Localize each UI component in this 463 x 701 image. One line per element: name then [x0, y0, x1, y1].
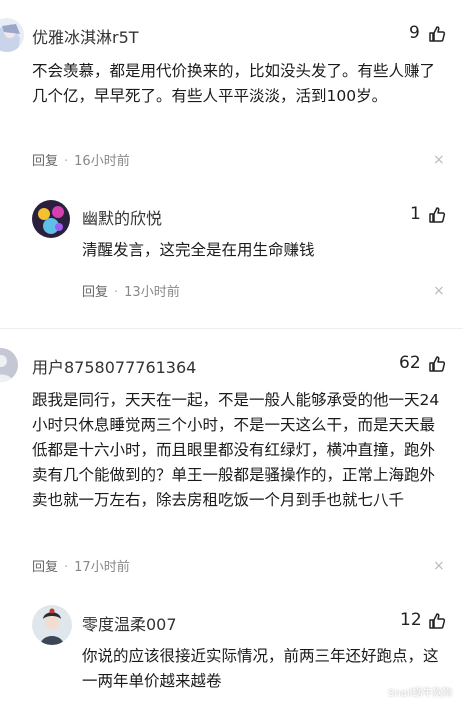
timestamp: 13小时前 — [124, 285, 180, 300]
comment-text: 不会羡慕，都是用代价换来的，比如没头发了。有些人赚了几个亿，早早死了。有些人平平… — [32, 62, 436, 105]
like-count: 1 — [410, 204, 421, 224]
anime-avatar-icon — [0, 18, 24, 52]
separator-dot: · — [64, 560, 69, 575]
username[interactable]: 用户8758077761364 — [32, 354, 196, 378]
watermark: Snail蜗牛狗狗 — [388, 688, 453, 699]
like-count: 12 — [400, 610, 422, 630]
username[interactable]: 零度温柔007 — [82, 611, 177, 635]
avatar[interactable] — [0, 348, 18, 382]
thumbs-up-icon[interactable] — [428, 612, 446, 630]
reply-button[interactable]: 回复 — [82, 285, 108, 300]
timestamp: 16小时前 — [74, 154, 130, 169]
comment-text: 清醒发言，这完全是在用生命赚钱 — [82, 241, 315, 259]
like-count: 62 — [399, 353, 421, 373]
divider — [0, 328, 463, 329]
comment-meta: 回复 · 16小时前 — [32, 150, 130, 169]
comment-meta: 回复 · 13小时前 — [82, 281, 180, 300]
thumbs-up-icon[interactable] — [428, 25, 446, 43]
default-avatar-icon — [0, 348, 18, 382]
separator-dot: · — [64, 154, 69, 169]
thumbs-up-icon[interactable] — [428, 206, 446, 224]
colorful-avatar-icon — [32, 200, 70, 238]
reply-button[interactable]: 回复 — [32, 560, 58, 575]
avatar[interactable] — [0, 18, 24, 52]
close-icon[interactable]: × — [433, 558, 445, 574]
thumbs-up-icon[interactable] — [428, 355, 446, 373]
reply-button[interactable]: 回复 — [32, 154, 58, 169]
close-icon[interactable]: × — [433, 152, 445, 168]
username[interactable]: 幽默的欣悦 — [82, 205, 162, 229]
comment-text: 跟我是同行，天天在一起，不是一般人能够承受的他一天24小时只休息睡觉两三个小时，… — [32, 391, 440, 509]
username[interactable]: 优雅冰淇淋r5T — [32, 24, 139, 48]
like-count: 9 — [409, 23, 420, 43]
avatar[interactable] — [32, 605, 72, 645]
separator-dot: · — [114, 285, 119, 300]
comment-meta: 回复 · 17小时前 — [32, 556, 130, 575]
avatar[interactable] — [32, 200, 70, 238]
close-icon[interactable]: × — [433, 283, 445, 299]
timestamp: 17小时前 — [74, 560, 130, 575]
costume-avatar-icon — [32, 605, 72, 645]
